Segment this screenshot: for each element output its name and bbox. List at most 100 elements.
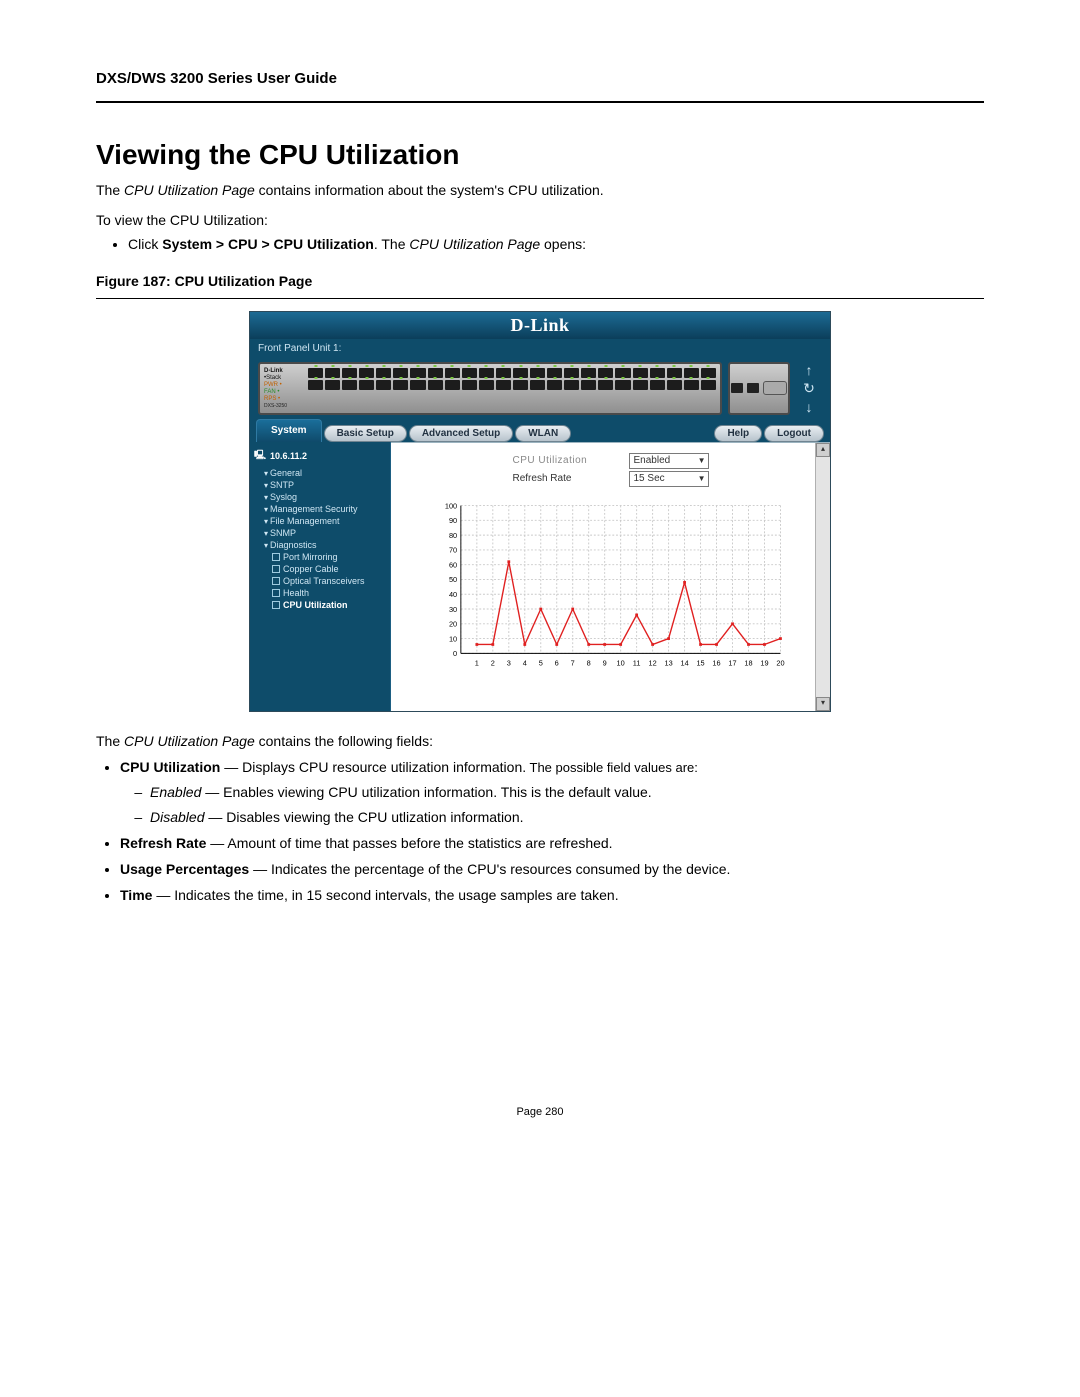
ethernet-port[interactable] <box>445 380 460 390</box>
sidebar-item[interactable]: Copper Cable <box>254 563 386 575</box>
vertical-scrollbar[interactable]: ▴ ▾ <box>815 443 830 711</box>
svg-text:20: 20 <box>776 658 784 667</box>
svg-text:7: 7 <box>571 658 575 667</box>
ethernet-port[interactable] <box>564 380 579 390</box>
device-brand: D-Link <box>264 368 304 374</box>
ethernet-port[interactable] <box>462 380 477 390</box>
front-panel-title: Front Panel Unit 1: <box>250 339 830 358</box>
fields-intro: The CPU Utilization Page contains the fo… <box>96 732 984 752</box>
box-icon <box>272 589 280 597</box>
svg-text:16: 16 <box>712 658 720 667</box>
main-pane: CPU Utilization Enabled Refresh Rate 15 … <box>391 442 830 711</box>
tab-logout[interactable]: Logout <box>764 425 824 442</box>
ethernet-port[interactable] <box>428 380 443 390</box>
svg-text:2: 2 <box>491 658 495 667</box>
sidebar-item[interactable]: Health <box>254 587 386 599</box>
unit-nav-arrows[interactable]: ↑ ↻ ↓ <box>796 362 822 415</box>
ethernet-port[interactable] <box>530 380 545 390</box>
svg-text:20: 20 <box>449 619 457 628</box>
svg-text:90: 90 <box>449 516 457 525</box>
ethernet-port[interactable] <box>650 380 665 390</box>
svg-text:15: 15 <box>696 658 704 667</box>
device-panel: D-Link •Stack PWR • FAN • RPS • DXS-3250 <box>258 362 822 415</box>
page-number: Page 280 <box>96 1106 984 1118</box>
field-item: CPU Utilization — Displays CPU resource … <box>120 757 984 826</box>
arrow-down-icon[interactable]: ↓ <box>806 399 813 415</box>
ethernet-port[interactable] <box>325 380 340 390</box>
ethernet-port[interactable] <box>393 380 408 390</box>
svg-text:11: 11 <box>633 658 641 667</box>
tab-help[interactable]: Help <box>714 425 762 442</box>
chevron-down-icon: ▾ <box>264 529 268 538</box>
computer-icon: 🖳 <box>254 448 266 464</box>
svg-text:17: 17 <box>728 658 736 667</box>
ethernet-port[interactable] <box>359 380 374 390</box>
sidebar-item[interactable]: CPU Utilization <box>254 599 386 611</box>
sidebar-item[interactable]: Port Mirroring <box>254 551 386 563</box>
svg-text:70: 70 <box>449 545 457 554</box>
guide-title: DXS/DWS 3200 Series User Guide <box>96 70 984 95</box>
sidebar-item[interactable]: ▾Syslog <box>254 491 386 503</box>
intro-sentence: The CPU Utilization Page contains inform… <box>96 181 984 201</box>
ethernet-port[interactable] <box>479 380 494 390</box>
ethernet-port[interactable] <box>547 380 562 390</box>
chevron-down-icon: ▾ <box>264 541 268 550</box>
ethernet-port[interactable] <box>701 380 716 390</box>
chevron-down-icon: ▾ <box>264 481 268 490</box>
box-icon <box>272 577 280 585</box>
svg-text:1: 1 <box>475 658 479 667</box>
scroll-down-icon[interactable]: ▾ <box>816 697 830 711</box>
ethernet-port[interactable] <box>376 380 391 390</box>
sidebar-item[interactable]: ▾General <box>254 467 386 479</box>
svg-text:30: 30 <box>449 605 457 614</box>
sidebar-item[interactable]: ▾File Management <box>254 515 386 527</box>
refresh-rate-select[interactable]: 15 Sec <box>629 471 709 487</box>
scroll-up-icon[interactable]: ▴ <box>816 443 830 457</box>
svg-text:13: 13 <box>664 658 672 667</box>
ethernet-port[interactable] <box>410 380 425 390</box>
sidebar-ip[interactable]: 🖳 10.6.11.2 <box>254 448 386 464</box>
ethernet-port[interactable] <box>342 380 357 390</box>
sidebar-item[interactable]: ▾SNTP <box>254 479 386 491</box>
svg-text:9: 9 <box>603 658 607 667</box>
tab-basic-setup[interactable]: Basic Setup <box>324 425 407 442</box>
svg-text:3: 3 <box>507 658 511 667</box>
ethernet-port[interactable] <box>513 380 528 390</box>
svg-text:60: 60 <box>449 560 457 569</box>
refresh-icon[interactable]: ↻ <box>803 380 815 397</box>
svg-text:40: 40 <box>449 590 457 599</box>
tab-wlan[interactable]: WLAN <box>515 425 571 442</box>
tab-system[interactable]: System <box>256 419 322 442</box>
ethernet-port[interactable] <box>667 380 682 390</box>
port-grid <box>308 368 716 390</box>
sidebar-item[interactable]: ▾Diagnostics <box>254 539 386 551</box>
svg-text:14: 14 <box>680 658 688 667</box>
field-item: Time — Indicates the time, in 15 second … <box>120 885 984 905</box>
svg-text:12: 12 <box>649 658 657 667</box>
box-icon <box>272 553 280 561</box>
ethernet-port[interactable] <box>633 380 648 390</box>
tab-advanced-setup[interactable]: Advanced Setup <box>409 425 513 442</box>
subfield-item: Disabled — Disables viewing the CPU utli… <box>150 807 984 827</box>
svg-text:4: 4 <box>523 658 527 667</box>
cpu-util-select[interactable]: Enabled <box>629 453 709 469</box>
svg-text:10: 10 <box>617 658 625 667</box>
page-title: Viewing the CPU Utilization <box>96 139 984 171</box>
ethernet-port[interactable] <box>684 380 699 390</box>
brand-logo: D-Link <box>250 312 830 339</box>
svg-text:50: 50 <box>449 575 457 584</box>
svg-text:6: 6 <box>555 658 559 667</box>
svg-text:19: 19 <box>760 658 768 667</box>
ethernet-port[interactable] <box>581 380 596 390</box>
ethernet-port[interactable] <box>308 380 323 390</box>
svg-text:18: 18 <box>744 658 752 667</box>
tab-row: System Basic Setup Advanced Setup WLAN H… <box>250 419 830 442</box>
ethernet-port[interactable] <box>496 380 511 390</box>
sidebar-item[interactable]: Optical Transceivers <box>254 575 386 587</box>
sidebar-item[interactable]: ▾Management Security <box>254 503 386 515</box>
sidebar-item[interactable]: ▾SNMP <box>254 527 386 539</box>
arrow-up-icon[interactable]: ↑ <box>806 362 813 378</box>
ethernet-port[interactable] <box>615 380 630 390</box>
svg-text:5: 5 <box>539 658 543 667</box>
ethernet-port[interactable] <box>598 380 613 390</box>
